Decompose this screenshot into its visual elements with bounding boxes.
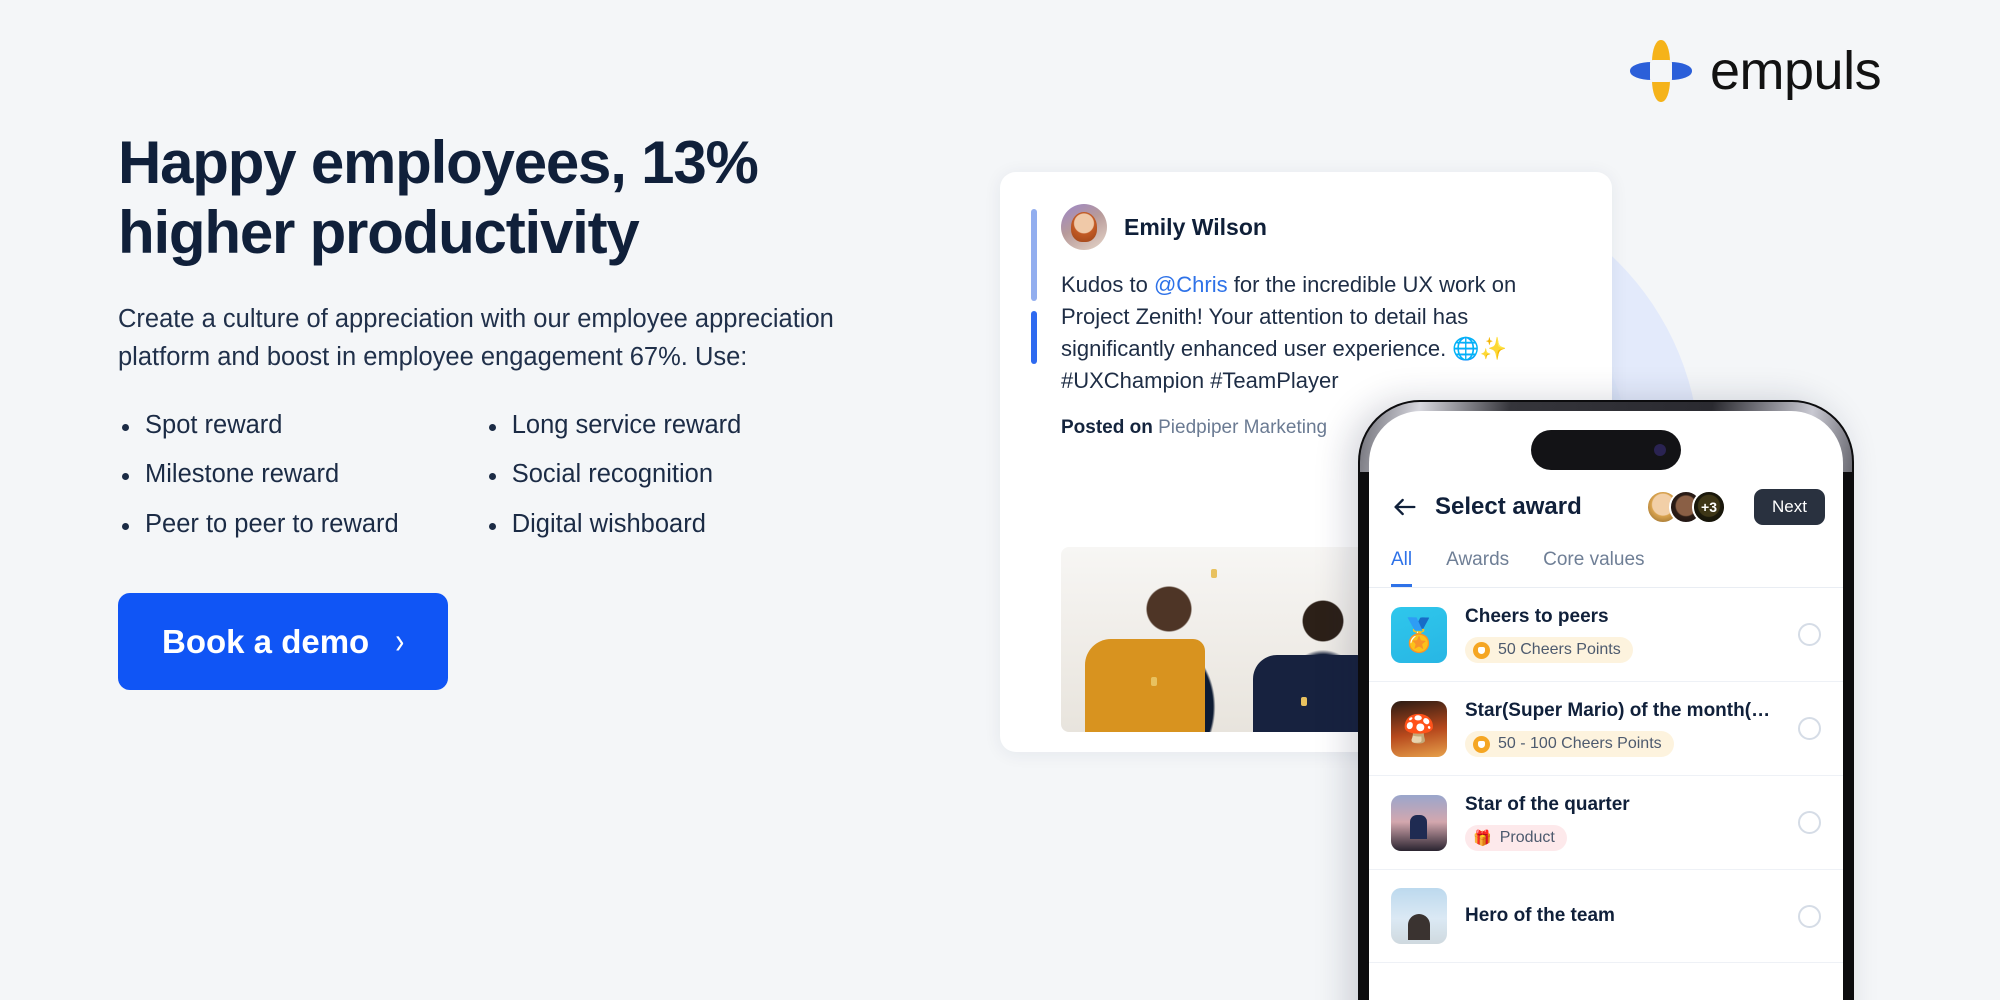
logo-center [1650, 60, 1672, 82]
cheers-points-coin-icon [1473, 641, 1490, 659]
avatar-overflow-count: +3 [1694, 492, 1725, 522]
phone-screen: Select award +3 Next All Awards Core val… [1369, 411, 1843, 1000]
gift-icon: 🎁 [1473, 830, 1492, 847]
award-list: Cheers to peers 50 Cheers Points Star(Su… [1369, 588, 1843, 963]
brand-name: empuls [1710, 41, 1882, 101]
list-item[interactable]: Star(Super Mario) of the month(Dec... 50… [1369, 682, 1843, 776]
tab-all[interactable]: All [1391, 549, 1413, 587]
list-item: Social recognition [485, 462, 742, 488]
empuls-logo-icon [1630, 40, 1692, 102]
next-button[interactable]: Next [1754, 489, 1825, 525]
posted-on-value: Piedpiper Marketing [1158, 417, 1328, 439]
post-author-name: Emily Wilson [1124, 213, 1267, 240]
list-item[interactable]: Hero of the team [1369, 870, 1843, 963]
tab-bar: All Awards Core values [1369, 539, 1843, 588]
screen-title: Select award [1435, 493, 1582, 520]
list-item: Milestone reward [118, 462, 399, 488]
promo-banner: empuls Happy employees, 13% higher produ… [0, 0, 2000, 1000]
brand-logo: empuls [1630, 40, 1882, 102]
award-title: Hero of the team [1465, 905, 1615, 926]
badge-label: Product [1499, 829, 1555, 846]
avatar-overflow: +3 [1692, 490, 1727, 524]
photo-icon [1391, 888, 1447, 944]
posted-on-label: Posted on [1061, 417, 1153, 439]
medal-icon [1391, 606, 1447, 663]
photo-person-1 [1085, 639, 1205, 732]
chevron-right-icon: › [395, 620, 405, 662]
cta-label: Book a demo [162, 622, 370, 660]
list-item: Digital wishboard [485, 511, 742, 538]
badge-label: 50 - 100 Cheers Points [1498, 735, 1662, 752]
award-title: Star of the quarter [1465, 794, 1630, 815]
hero-content: Happy employees, 13% higher productivity… [118, 128, 878, 691]
post-author-row: Emily Wilson [1061, 204, 1588, 250]
accent-bar-light [1031, 209, 1037, 301]
recipient-avatar-stack[interactable]: +3 [1646, 490, 1727, 524]
list-item: Peer to peer to reward [118, 511, 399, 538]
award-select-radio[interactable] [1798, 623, 1821, 646]
list-item[interactable]: Star of the quarter 🎁 Product [1369, 776, 1843, 870]
list-item[interactable]: Cheers to peers 50 Cheers Points [1369, 588, 1843, 682]
award-title: Cheers to peers [1465, 606, 1609, 627]
mario-icon [1391, 700, 1447, 757]
user-mention-link[interactable]: @Chris [1154, 272, 1228, 297]
accent-bar-dark [1031, 311, 1037, 364]
award-select-radio[interactable] [1798, 904, 1821, 928]
feature-list-left: Spot reward Milestone reward Peer to pee… [118, 412, 399, 538]
photo-icon [1391, 794, 1447, 851]
award-select-radio[interactable] [1798, 811, 1821, 834]
arrow-left-icon[interactable] [1391, 493, 1419, 521]
front-camera-icon [1654, 444, 1666, 456]
avatar [1061, 204, 1107, 250]
status-badge: 50 - 100 Cheers Points [1465, 731, 1674, 757]
quote-accent-bars [1031, 209, 1037, 364]
feature-list-right: Long service reward Social recognition D… [485, 412, 742, 538]
tab-core-values[interactable]: Core values [1543, 549, 1644, 587]
status-badge: 🎁 Product [1465, 825, 1567, 851]
list-item: Long service reward [485, 412, 741, 439]
award-title: Star(Super Mario) of the month(Dec... [1465, 700, 1780, 721]
cheers-points-coin-icon [1473, 735, 1490, 753]
award-select-radio[interactable] [1798, 717, 1821, 740]
post-message-prefix: Kudos to [1061, 272, 1154, 297]
tab-awards[interactable]: Awards [1446, 549, 1509, 587]
list-item: Spot reward [118, 412, 399, 439]
book-a-demo-button[interactable]: Book a demo › [118, 593, 449, 691]
status-badge: 50 Cheers Points [1465, 637, 1633, 663]
feature-lists: Spot reward Milestone reward Peer to pee… [118, 412, 878, 538]
hero-subcopy: Create a culture of appreciation with ou… [118, 305, 834, 371]
badge-label: 50 Cheers Points [1498, 641, 1621, 658]
post-message: Kudos to @Chris for the incredible UX wo… [1061, 269, 1588, 397]
dynamic-island [1531, 430, 1681, 470]
phone-mockup: Select award +3 Next All Awards Core val… [1358, 400, 1854, 1000]
photo-person-2 [1253, 655, 1375, 732]
page-title: Happy employees, 13% higher productivity [118, 129, 759, 266]
